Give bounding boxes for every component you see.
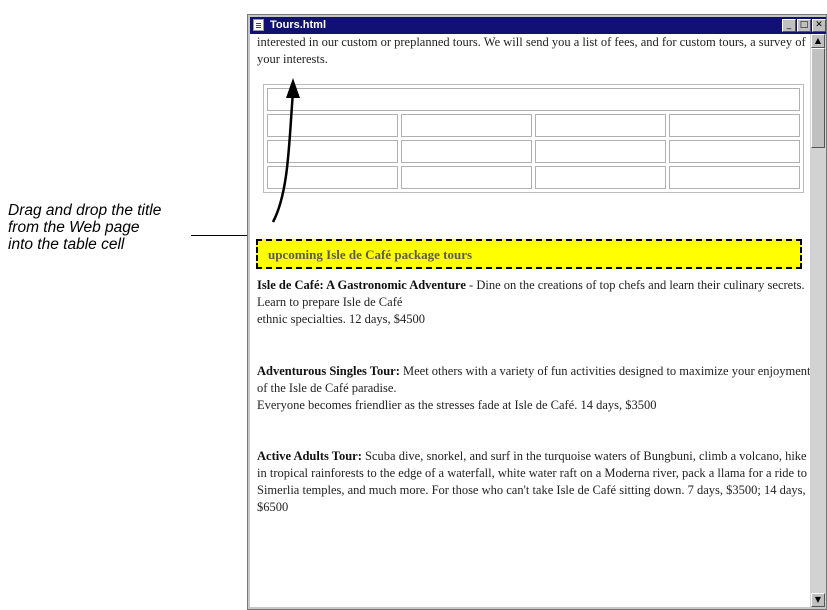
table-cell-target[interactable] xyxy=(267,88,800,111)
page-content: interested in our custom or preplanned t… xyxy=(250,34,810,607)
table-row xyxy=(267,88,800,111)
table-row xyxy=(267,114,800,137)
vertical-scrollbar[interactable]: ▲ ▼ xyxy=(810,34,826,607)
tour-paragraph: Adventurous Singles Tour: Meet others wi… xyxy=(257,363,810,414)
maximize-button[interactable]: □ xyxy=(797,19,811,32)
tour-name: Isle de Café: A Gastronomic Adventure xyxy=(257,278,466,292)
table-cell[interactable] xyxy=(267,140,398,163)
tour-name: Active Adults Tour: xyxy=(257,449,362,463)
window-controls: _ □ ✕ xyxy=(782,19,826,32)
page-title: upcoming Isle de Café package tours xyxy=(268,247,473,262)
window-title: Tours.html xyxy=(270,19,327,31)
intro-text: interested in our custom or preplanned t… xyxy=(257,35,806,66)
tour-name: Adventurous Singles Tour: xyxy=(257,364,400,378)
callout-line-1: Drag and drop the title xyxy=(8,202,162,219)
layout-table xyxy=(263,84,804,193)
table-cell[interactable] xyxy=(535,114,666,137)
table-cell[interactable] xyxy=(669,140,800,163)
close-button[interactable]: ✕ xyxy=(812,19,826,32)
drag-drop-callout: Drag and drop the title from the Web pag… xyxy=(8,202,248,253)
table-cell[interactable] xyxy=(535,140,666,163)
table-cell[interactable] xyxy=(669,166,800,189)
tour-details: ethnic specialties. 12 days, $4500 xyxy=(257,312,426,326)
scroll-up-icon[interactable]: ▲ xyxy=(811,34,825,48)
callout-leader-line xyxy=(191,235,249,236)
table-cell[interactable] xyxy=(401,114,532,137)
tour-paragraph: Active Adults Tour: Scuba dive, snorkel,… xyxy=(257,448,810,516)
table-cell[interactable] xyxy=(401,140,532,163)
table-cell[interactable] xyxy=(535,166,666,189)
window-titlebar[interactable]: Tours.html _ □ ✕ xyxy=(250,17,826,34)
tour-paragraph: Isle de Café: A Gastronomic Adventure - … xyxy=(257,277,810,328)
table-row xyxy=(267,166,800,189)
tour-details: Everyone becomes friendlier as the stres… xyxy=(257,398,657,412)
table-cell[interactable] xyxy=(669,114,800,137)
scroll-down-icon[interactable]: ▼ xyxy=(811,593,825,607)
table-cell[interactable] xyxy=(401,166,532,189)
document-icon xyxy=(253,19,264,31)
table-cell[interactable] xyxy=(267,166,398,189)
table-row xyxy=(267,140,800,163)
tour-separator: - xyxy=(465,278,477,292)
table-cell[interactable] xyxy=(267,114,398,137)
selected-title-highlight[interactable]: upcoming Isle de Café package tours xyxy=(256,239,802,269)
minimize-button[interactable]: _ xyxy=(782,19,796,32)
callout-line-2: from the Web page xyxy=(8,219,140,236)
scroll-thumb[interactable] xyxy=(811,48,825,148)
browser-window: Tours.html _ □ ✕ interested in our custo… xyxy=(247,14,827,610)
callout-line-3: into the table cell xyxy=(8,236,125,253)
